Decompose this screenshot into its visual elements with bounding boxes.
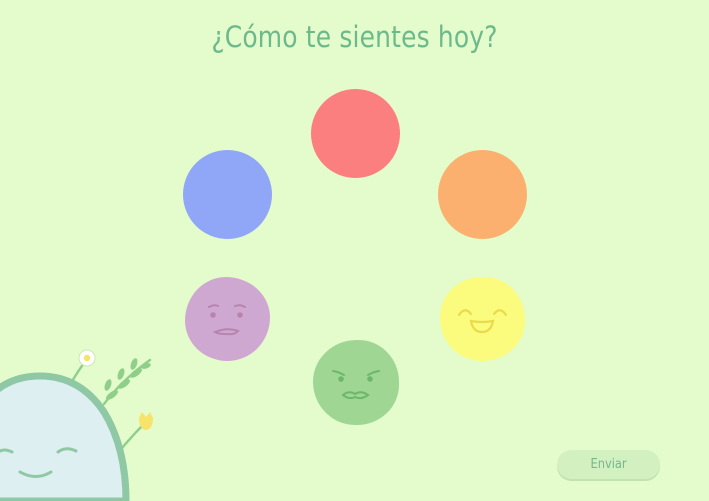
happy-face-icon: [457, 309, 508, 334]
daisy-flower-icon: [78, 349, 96, 367]
mascot-blob-illustration: [0, 349, 153, 501]
mood-green-button[interactable]: [313, 340, 399, 425]
submit-label: Enviar: [590, 457, 627, 472]
mood-orange-button[interactable]: [438, 150, 527, 239]
mood-blue-button[interactable]: [183, 150, 272, 239]
page-title: ¿Cómo te sientes hoy?: [211, 20, 498, 54]
mood-purple-button[interactable]: [185, 277, 270, 361]
mood-yellow-button[interactable]: [440, 277, 525, 361]
annoyed-face-icon: [332, 370, 380, 400]
submit-button[interactable]: Enviar: [557, 450, 660, 479]
mood-checkin-screen: ¿Cómo te sientes hoy? Enviar: [0, 0, 709, 501]
worried-face-icon: [208, 304, 246, 336]
mood-red-button[interactable]: [311, 89, 400, 178]
